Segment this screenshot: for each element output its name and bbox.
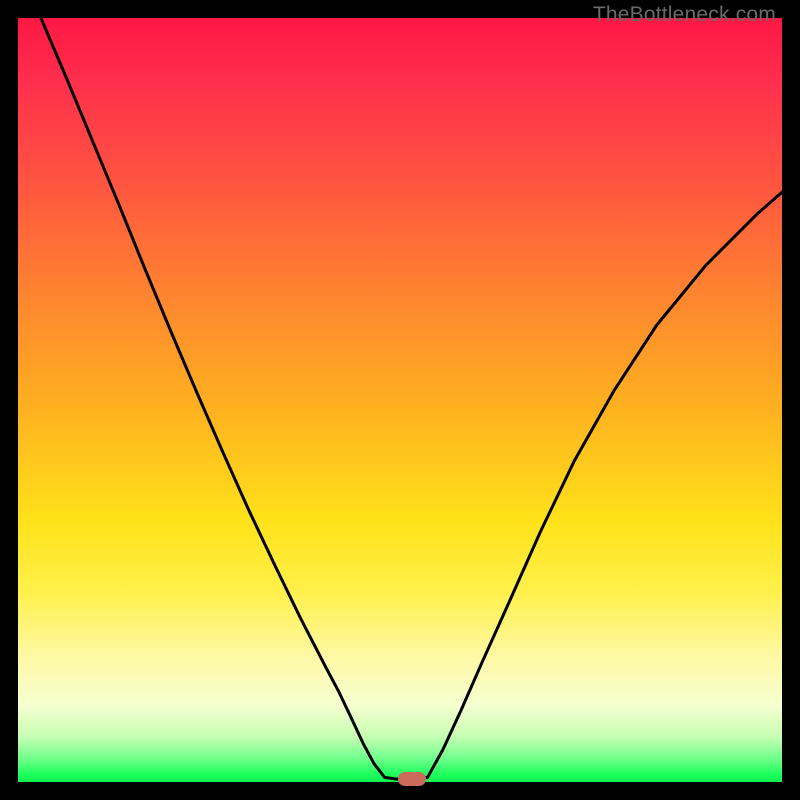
bottleneck-curve: [41, 18, 782, 779]
minimum-marker: [398, 772, 426, 786]
attribution-text: TheBottleneck.com: [593, 3, 776, 27]
curve-svg: [18, 18, 782, 782]
chart-container: TheBottleneck.com: [0, 0, 800, 800]
